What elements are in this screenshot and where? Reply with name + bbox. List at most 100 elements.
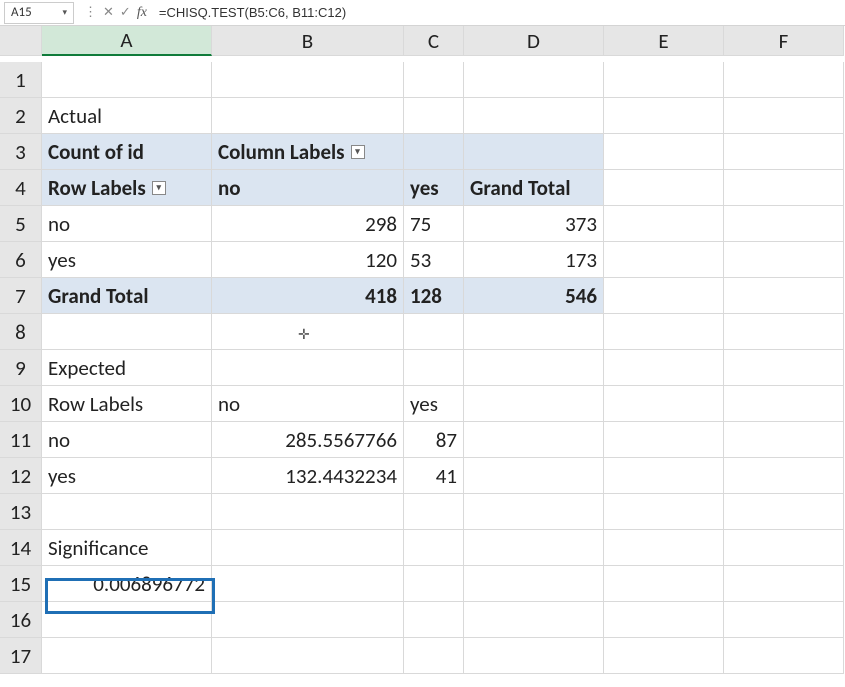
cell-A15[interactable]: 0.006896772 bbox=[42, 566, 212, 602]
row-header-17[interactable]: 17 bbox=[0, 638, 42, 674]
spreadsheet-grid[interactable]: A B C D E F 1 2 Actual 3 Count of id Col… bbox=[0, 26, 845, 674]
cell-D12[interactable] bbox=[464, 458, 604, 494]
row-header-12[interactable]: 12 bbox=[0, 458, 42, 494]
cell-D10[interactable] bbox=[464, 386, 604, 422]
cell-F12[interactable] bbox=[724, 458, 844, 494]
cancel-icon[interactable]: ✕ bbox=[103, 5, 114, 20]
cell-C11[interactable]: 87 bbox=[404, 422, 464, 458]
cell-B8[interactable] bbox=[212, 314, 404, 350]
cell-E17[interactable] bbox=[604, 638, 724, 674]
cell-F1[interactable] bbox=[724, 62, 844, 98]
cell-A17[interactable] bbox=[42, 638, 212, 674]
cell-C6[interactable]: 53 bbox=[404, 242, 464, 278]
cell-E16[interactable] bbox=[604, 602, 724, 638]
cell-C4[interactable]: yes bbox=[404, 170, 464, 206]
row-header-16[interactable]: 16 bbox=[0, 602, 42, 638]
cell-F16[interactable] bbox=[724, 602, 844, 638]
cell-E10[interactable] bbox=[604, 386, 724, 422]
cell-D3[interactable] bbox=[464, 134, 604, 170]
cell-F13[interactable] bbox=[724, 494, 844, 530]
cell-D17[interactable] bbox=[464, 638, 604, 674]
col-header-C[interactable]: C bbox=[404, 26, 464, 56]
cell-E6[interactable] bbox=[604, 242, 724, 278]
cell-D1[interactable] bbox=[464, 62, 604, 98]
cell-E12[interactable] bbox=[604, 458, 724, 494]
cell-C9[interactable] bbox=[404, 350, 464, 386]
cell-E13[interactable] bbox=[604, 494, 724, 530]
cell-A1[interactable] bbox=[42, 62, 212, 98]
cell-F10[interactable] bbox=[724, 386, 844, 422]
cell-F8[interactable] bbox=[724, 314, 844, 350]
col-header-F[interactable]: F bbox=[724, 26, 844, 56]
cell-B4[interactable]: no bbox=[212, 170, 404, 206]
cell-A3[interactable]: Count of id bbox=[42, 134, 212, 170]
col-header-D[interactable]: D bbox=[464, 26, 604, 56]
fx-icon[interactable]: fx bbox=[137, 5, 147, 21]
col-header-E[interactable]: E bbox=[604, 26, 724, 56]
row-header-3[interactable]: 3 bbox=[0, 134, 42, 170]
cell-D8[interactable] bbox=[464, 314, 604, 350]
cell-E1[interactable] bbox=[604, 62, 724, 98]
col-header-A[interactable]: A bbox=[42, 26, 212, 56]
cell-F17[interactable] bbox=[724, 638, 844, 674]
row-header-8[interactable]: 8 bbox=[0, 314, 42, 350]
cell-A5[interactable]: no bbox=[42, 206, 212, 242]
cell-B2[interactable] bbox=[212, 98, 404, 134]
row-header-11[interactable]: 11 bbox=[0, 422, 42, 458]
row-header-5[interactable]: 5 bbox=[0, 206, 42, 242]
cell-E7[interactable] bbox=[604, 278, 724, 314]
cell-D5[interactable]: 373 bbox=[464, 206, 604, 242]
cell-D15[interactable] bbox=[464, 566, 604, 602]
cell-C2[interactable] bbox=[404, 98, 464, 134]
select-all-corner[interactable] bbox=[0, 26, 42, 56]
cell-E11[interactable] bbox=[604, 422, 724, 458]
cell-B5[interactable]: 298 bbox=[212, 206, 404, 242]
cell-B16[interactable] bbox=[212, 602, 404, 638]
cell-B6[interactable]: 120 bbox=[212, 242, 404, 278]
cell-F4[interactable] bbox=[724, 170, 844, 206]
row-header-2[interactable]: 2 bbox=[0, 98, 42, 134]
cell-E15[interactable] bbox=[604, 566, 724, 602]
dropdown-icon[interactable]: ▾ bbox=[351, 145, 365, 159]
row-header-15[interactable]: 15 bbox=[0, 566, 42, 602]
cell-B10[interactable]: no bbox=[212, 386, 404, 422]
cell-C3[interactable] bbox=[404, 134, 464, 170]
row-header-10[interactable]: 10 bbox=[0, 386, 42, 422]
formula-input[interactable] bbox=[153, 2, 845, 24]
cell-D14[interactable] bbox=[464, 530, 604, 566]
cell-D13[interactable] bbox=[464, 494, 604, 530]
cell-C14[interactable] bbox=[404, 530, 464, 566]
row-header-13[interactable]: 13 bbox=[0, 494, 42, 530]
cell-F7[interactable] bbox=[724, 278, 844, 314]
cell-A10[interactable]: Row Labels bbox=[42, 386, 212, 422]
cell-B13[interactable] bbox=[212, 494, 404, 530]
cell-B7[interactable]: 418 bbox=[212, 278, 404, 314]
cell-F2[interactable] bbox=[724, 98, 844, 134]
cell-F14[interactable] bbox=[724, 530, 844, 566]
cell-B1[interactable] bbox=[212, 62, 404, 98]
cell-B11[interactable]: 285.5567766 bbox=[212, 422, 404, 458]
cell-F5[interactable] bbox=[724, 206, 844, 242]
cell-A11[interactable]: no bbox=[42, 422, 212, 458]
chevron-down-icon[interactable]: ▾ bbox=[62, 7, 67, 18]
cell-A7[interactable]: Grand Total bbox=[42, 278, 212, 314]
cell-D16[interactable] bbox=[464, 602, 604, 638]
cell-E2[interactable] bbox=[604, 98, 724, 134]
cell-A16[interactable] bbox=[42, 602, 212, 638]
cell-C8[interactable] bbox=[404, 314, 464, 350]
cell-C10[interactable]: yes bbox=[404, 386, 464, 422]
cell-B12[interactable]: 132.4432234 bbox=[212, 458, 404, 494]
cell-E14[interactable] bbox=[604, 530, 724, 566]
row-header-14[interactable]: 14 bbox=[0, 530, 42, 566]
cell-A13[interactable] bbox=[42, 494, 212, 530]
cell-F6[interactable] bbox=[724, 242, 844, 278]
cell-C16[interactable] bbox=[404, 602, 464, 638]
cell-A2[interactable]: Actual bbox=[42, 98, 212, 134]
cell-D6[interactable]: 173 bbox=[464, 242, 604, 278]
name-box[interactable]: A15 ▾ bbox=[4, 2, 74, 24]
row-header-7[interactable]: 7 bbox=[0, 278, 42, 314]
cell-A4[interactable]: Row Labels▾ bbox=[42, 170, 212, 206]
cell-C5[interactable]: 75 bbox=[404, 206, 464, 242]
cell-C13[interactable] bbox=[404, 494, 464, 530]
cell-E5[interactable] bbox=[604, 206, 724, 242]
